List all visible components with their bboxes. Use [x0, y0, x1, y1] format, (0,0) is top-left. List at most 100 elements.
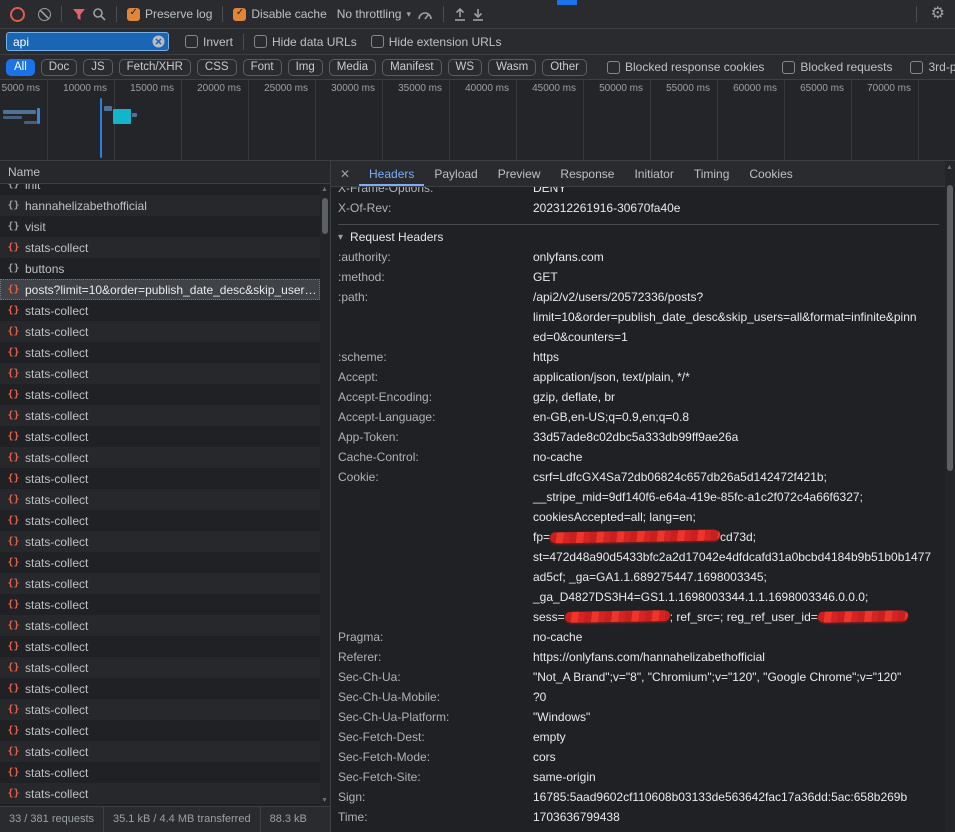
request-row[interactable]: {}visit [0, 216, 320, 237]
request-row[interactable]: {}init [0, 184, 320, 195]
hide-data-urls-label: Hide data URLs [272, 35, 357, 49]
scroll-up-icon[interactable]: ▲ [946, 164, 953, 171]
preserve-log-checkbox[interactable]: Preserve log [127, 7, 212, 21]
clear-filter-icon[interactable] [152, 35, 165, 48]
scroll-down-icon[interactable]: ▼ [321, 797, 328, 804]
request-headers-section-toggle[interactable]: ▾ Request Headers [338, 224, 939, 247]
network-conditions-icon[interactable] [417, 8, 433, 21]
clear-network-log-icon[interactable] [38, 8, 51, 21]
waterfall-bar [3, 116, 22, 119]
json-icon: {} [7, 683, 20, 694]
settings-gear-icon[interactable]: ⚙ [931, 6, 945, 22]
request-row[interactable]: {}stats-collect [0, 573, 320, 594]
status-item: 35.1 kB / 4.4 MB transferred [103, 807, 260, 832]
request-row[interactable]: {}stats-collect [0, 720, 320, 741]
request-row[interactable]: {}stats-collect [0, 615, 320, 636]
request-row[interactable]: {}hannahelizabethofficial [0, 195, 320, 216]
throttling-select[interactable]: No throttling ▾ [337, 7, 411, 21]
tab-cookies[interactable]: Cookies [739, 161, 802, 186]
disable-cache-checkbox[interactable]: Disable cache [233, 7, 326, 21]
request-row[interactable]: {}stats-collect [0, 363, 320, 384]
close-details-icon[interactable]: ✕ [331, 161, 359, 186]
timeline-label: 70000 ms [845, 83, 911, 94]
tab-payload[interactable]: Payload [424, 161, 487, 186]
timeline-overview[interactable]: 5000 ms10000 ms15000 ms20000 ms25000 ms3… [0, 80, 955, 161]
request-row[interactable]: {}posts?limit=10&order=publish_date_desc… [0, 279, 320, 300]
scrollbar-thumb[interactable] [322, 198, 328, 234]
checkbox-checked-icon [127, 8, 140, 21]
type-filter-all[interactable]: All [6, 59, 35, 76]
type-filter-doc[interactable]: Doc [41, 59, 77, 76]
type-filter-font[interactable]: Font [243, 59, 282, 76]
request-row[interactable]: {}stats-collect [0, 384, 320, 405]
3rd-party-requests-checkbox[interactable]: 3rd-party requests [910, 60, 955, 74]
type-filter-wasm[interactable]: Wasm [488, 59, 536, 76]
type-filter-manifest[interactable]: Manifest [382, 59, 441, 76]
timeline-label: 35000 ms [376, 83, 442, 94]
request-row[interactable]: {}stats-collect [0, 405, 320, 426]
request-row[interactable]: {}stats-collect [0, 468, 320, 489]
header-row: Accept-Encoding:gzip, deflate, br [338, 387, 939, 407]
request-list-scrollbar[interactable]: ▲ ▼ [320, 184, 330, 806]
export-har-icon[interactable] [472, 8, 484, 21]
name-column-header[interactable]: Name [0, 161, 330, 184]
request-row[interactable]: {}stats-collect [0, 636, 320, 657]
tab-headers[interactable]: Headers [359, 161, 424, 186]
record-button[interactable] [10, 7, 25, 22]
blocked-requests-checkbox[interactable]: Blocked requests [782, 60, 892, 74]
request-row[interactable]: {}stats-collect [0, 699, 320, 720]
request-name: stats-collect [25, 367, 320, 381]
request-row[interactable]: {}stats-collect [0, 342, 320, 363]
tab-preview[interactable]: Preview [488, 161, 551, 186]
request-row[interactable]: {}stats-collect [0, 762, 320, 783]
type-filter-img[interactable]: Img [288, 59, 323, 76]
request-row[interactable]: {}stats-collect [0, 531, 320, 552]
request-row[interactable]: {}stats-collect [0, 510, 320, 531]
request-row[interactable]: {}stats-collect [0, 489, 320, 510]
request-row[interactable]: {}stats-collect [0, 678, 320, 699]
request-row[interactable]: {}stats-collect [0, 237, 320, 258]
hide-extension-urls-checkbox[interactable]: Hide extension URLs [371, 35, 502, 49]
tab-timing[interactable]: Timing [684, 161, 740, 186]
checkbox-unchecked-icon [185, 35, 198, 48]
type-filter-fetch-xhr[interactable]: Fetch/XHR [119, 59, 191, 76]
tab-response[interactable]: Response [550, 161, 624, 186]
type-filter-other[interactable]: Other [542, 59, 587, 76]
request-row[interactable]: {}stats-collect [0, 552, 320, 573]
request-row[interactable]: {}stats-collect [0, 594, 320, 615]
header-value: application/json, text/plain, */* [533, 367, 939, 387]
request-row[interactable]: {}stats-collect [0, 783, 320, 804]
header-value: GET [533, 267, 939, 287]
filter-input[interactable]: api [6, 32, 169, 51]
request-row[interactable]: {}stats-collect [0, 447, 320, 468]
tab-initiator[interactable]: Initiator [624, 161, 683, 186]
header-row: Cache-Control:no-cache [338, 447, 939, 467]
scroll-up-icon[interactable]: ▲ [321, 186, 328, 193]
request-row[interactable]: {}buttons [0, 258, 320, 279]
filter-icon[interactable] [72, 8, 86, 21]
details-scrollbar[interactable]: ▲ [945, 161, 955, 832]
type-filter-media[interactable]: Media [329, 59, 376, 76]
request-name: stats-collect [25, 325, 320, 339]
request-row[interactable]: {}stats-collect [0, 321, 320, 342]
blocked-response-cookies-checkbox[interactable]: Blocked response cookies [607, 60, 764, 74]
type-filter-js[interactable]: JS [83, 59, 112, 76]
header-row: Cookie:csrf=LdfcGX4Sa72db06824c657db26a5… [338, 467, 939, 627]
request-row[interactable]: {}stats-collect [0, 741, 320, 762]
json-icon: {} [7, 557, 20, 568]
request-row[interactable]: {}stats-collect [0, 426, 320, 447]
request-row[interactable]: {}stats-collect [0, 657, 320, 678]
status-bar: 33 / 381 requests35.1 kB / 4.4 MB transf… [0, 806, 330, 832]
header-name: Pragma: [338, 627, 533, 647]
type-filter-ws[interactable]: WS [448, 59, 483, 76]
header-row: Sec-Fetch-Site:same-origin [338, 767, 939, 787]
timeline-label: 45000 ms [510, 83, 576, 94]
request-row[interactable]: {}stats-collect [0, 300, 320, 321]
scrollbar-thumb[interactable] [947, 185, 953, 471]
hide-data-urls-checkbox[interactable]: Hide data URLs [254, 35, 357, 49]
import-har-icon[interactable] [454, 8, 466, 21]
search-icon[interactable] [92, 7, 106, 21]
hide-extension-urls-label: Hide extension URLs [389, 35, 502, 49]
type-filter-css[interactable]: CSS [197, 59, 237, 76]
invert-checkbox[interactable]: Invert [185, 35, 233, 49]
